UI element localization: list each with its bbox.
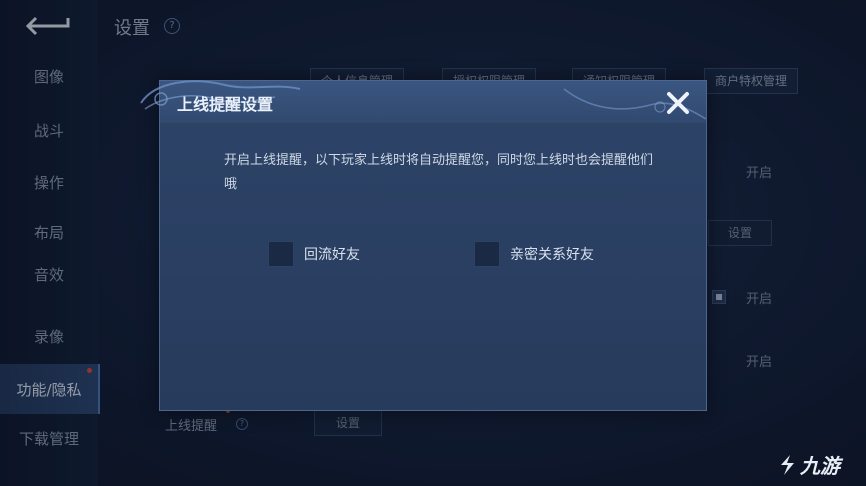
watermark: 九游 [776, 450, 840, 479]
checkbox-box[interactable] [268, 241, 294, 267]
watermark-text: 九游 [800, 454, 840, 478]
checkbox-box[interactable] [474, 241, 500, 267]
jiuyou-logo-icon [781, 454, 794, 475]
checkbox-intimate-friends[interactable]: 亲密关系好友 [474, 241, 594, 267]
close-icon[interactable] [664, 89, 692, 117]
checkbox-label: 亲密关系好友 [510, 247, 594, 263]
checkbox-label: 回流好友 [304, 247, 360, 263]
dialog-title: 上线提醒设置 [177, 95, 274, 114]
dialog-description: 开启上线提醒，以下玩家上线时将自动提醒您，同时您上线时也会提醒他们哦 [224, 153, 654, 192]
checkbox-returning-friends[interactable]: 回流好友 [268, 241, 360, 267]
online-reminder-dialog: 上线提醒设置 开启上线提醒，以下玩家上线时将自动提醒您，同时您上线时也会提醒他们… [140, 80, 707, 411]
